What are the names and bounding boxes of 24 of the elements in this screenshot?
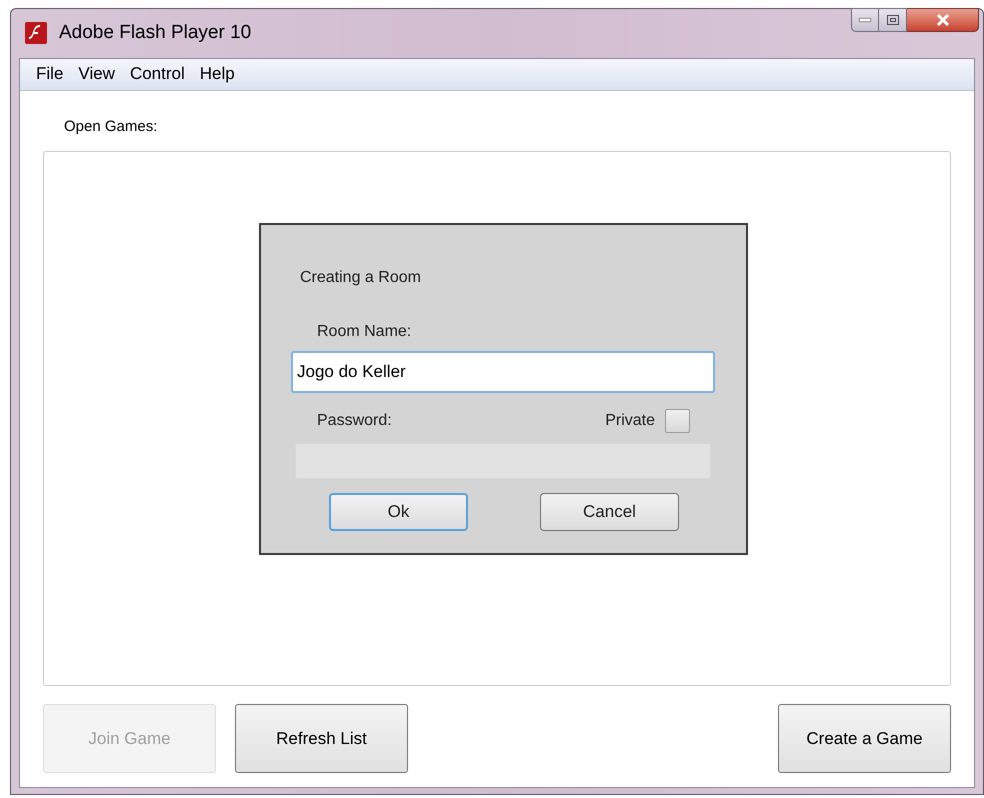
maximize-button[interactable] <box>879 8 907 32</box>
flash-logo-icon <box>25 22 47 44</box>
private-checkbox[interactable] <box>665 409 690 433</box>
room-name-label: Room Name: <box>317 322 412 342</box>
dialog-title: Creating a Room <box>300 268 422 288</box>
action-button[interactable]: Create a Game <box>778 704 951 773</box>
action-button[interactable]: Refresh List <box>235 704 408 773</box>
minimize-button[interactable] <box>851 8 879 32</box>
games-list[interactable]: Creating a Room Room Name: Jogo do Keller Password: Private Ok Cancel <box>43 151 951 686</box>
close-button[interactable] <box>907 8 979 32</box>
close-icon <box>936 14 950 26</box>
private-label: Private <box>605 411 655 431</box>
cancel-button[interactable]: Cancel <box>540 493 679 531</box>
minimize-icon <box>859 18 871 22</box>
list-label: Open Games: <box>64 116 158 136</box>
menu-item[interactable]: Control <box>124 61 191 87</box>
room-name-field[interactable]: Jogo do Keller <box>291 351 715 393</box>
menu-item[interactable]: Help <box>194 61 241 87</box>
menu-item[interactable]: View <box>72 61 121 87</box>
ok-button[interactable]: Ok <box>329 493 468 531</box>
maximize-icon <box>886 15 898 25</box>
menu-item[interactable]: File <box>30 61 70 87</box>
password-label: Password: <box>317 411 392 431</box>
window-title: Adobe Flash Player 10 <box>59 21 252 45</box>
